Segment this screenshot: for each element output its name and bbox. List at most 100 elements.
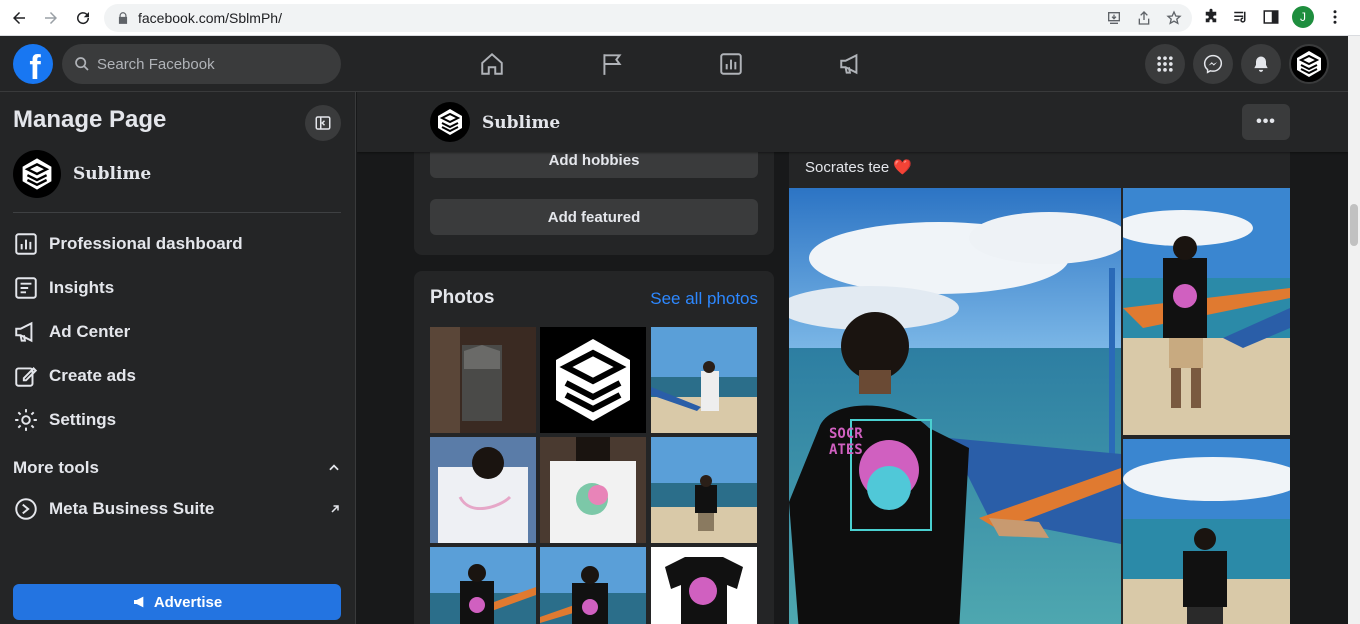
arrow-left-icon xyxy=(13,11,25,24)
page-header-avatar[interactable] xyxy=(430,102,470,142)
gear-icon xyxy=(15,409,37,431)
extensions-icon[interactable] xyxy=(1202,8,1220,26)
megaphone-icon xyxy=(840,53,858,75)
account-avatar[interactable] xyxy=(1289,44,1329,84)
photos-card: Photos See all photos xyxy=(414,271,774,624)
arrow-right-icon xyxy=(45,11,57,24)
search-box[interactable] xyxy=(62,44,341,84)
post-card: Socrates tee ❤️ SOCR ATES xyxy=(789,152,1290,624)
search-input[interactable] xyxy=(97,55,317,73)
advertise-button[interactable]: Advertise xyxy=(13,584,341,620)
page-scrollbar[interactable] xyxy=(1348,36,1360,624)
bell-icon xyxy=(1254,56,1268,72)
sidebar-page-name: Sublime xyxy=(73,164,152,184)
messenger-button[interactable] xyxy=(1193,44,1233,84)
sidebar-item-label: Settings xyxy=(49,410,117,429)
forward-button[interactable] xyxy=(38,5,64,31)
svg-text:SOCR: SOCR xyxy=(829,426,863,442)
megaphone-icon xyxy=(133,596,144,608)
page-header: Sublime ••• xyxy=(357,92,1348,152)
photo-thumbnail[interactable] xyxy=(430,327,536,433)
more-tools-label: More tools xyxy=(13,458,99,477)
sidebar-item-create-ads[interactable]: Create ads xyxy=(13,358,343,394)
photo-thumbnail[interactable] xyxy=(651,547,757,624)
meta-business-icon xyxy=(15,498,37,520)
install-icon[interactable] xyxy=(1106,10,1122,26)
advertise-label: Advertise xyxy=(153,593,223,611)
sublime-logo-icon xyxy=(22,158,52,190)
sidebar-item-label: Meta Business Suite xyxy=(49,499,215,518)
add-featured-button[interactable]: Add featured xyxy=(430,199,758,235)
star-icon[interactable] xyxy=(1166,10,1182,26)
home-icon xyxy=(481,52,503,75)
chart-icon xyxy=(720,53,742,75)
sublime-logo-icon xyxy=(1297,51,1321,77)
post-photo-bottom-right[interactable] xyxy=(1123,439,1290,624)
home-nav[interactable] xyxy=(472,44,512,84)
sidebar-toggle-icon xyxy=(315,116,331,130)
photo-thumbnail[interactable] xyxy=(651,437,757,543)
ads-nav[interactable] xyxy=(831,44,871,84)
sidebar-item-meta-business-suite[interactable]: Meta Business Suite xyxy=(13,491,343,527)
sidebar-item-settings[interactable]: Settings xyxy=(13,402,343,438)
photo-thumbnail[interactable] xyxy=(540,437,646,543)
collapse-sidebar-button[interactable] xyxy=(305,105,341,141)
reload-icon xyxy=(77,11,90,24)
profile-avatar[interactable]: J xyxy=(1292,6,1314,28)
sidebar-item-label: Insights xyxy=(49,278,115,297)
back-button[interactable] xyxy=(6,5,32,31)
post-photo-top-right[interactable] xyxy=(1123,188,1290,435)
menu-button[interactable] xyxy=(1145,44,1185,84)
sidebar-item-insights[interactable]: Insights xyxy=(13,270,343,306)
photos-title: Photos xyxy=(430,287,495,308)
photo-thumbnail[interactable] xyxy=(540,547,646,624)
photo-thumbnail[interactable] xyxy=(430,437,536,543)
sidebar-item-ad-center[interactable]: Ad Center xyxy=(13,314,343,350)
sidebar-divider xyxy=(13,212,341,213)
sidebar-item-label: Professional dashboard xyxy=(49,234,243,253)
facebook-topbar: f xyxy=(0,36,1348,92)
share-icon[interactable] xyxy=(1136,10,1152,26)
manage-page-sidebar: Manage Page Sublime Professional dashboa… xyxy=(0,92,356,624)
page-avatar xyxy=(13,150,61,198)
photo-thumbnail[interactable] xyxy=(651,327,757,433)
media-icon[interactable] xyxy=(1232,8,1250,26)
sidebar-title: Manage Page xyxy=(13,106,167,133)
reload-button[interactable] xyxy=(70,5,96,31)
photo-thumbnail[interactable] xyxy=(540,327,646,433)
more-options-button[interactable]: ••• xyxy=(1242,104,1290,140)
address-bar[interactable]: facebook.com/SblmPh/ xyxy=(104,4,1192,32)
insights-icon xyxy=(15,277,37,299)
post-photo-main[interactable]: SOCR ATES xyxy=(789,188,1121,624)
chevron-up-icon xyxy=(329,464,339,471)
external-link-icon xyxy=(331,505,339,513)
lock-icon xyxy=(118,12,128,24)
facebook-logo[interactable]: f xyxy=(13,44,53,87)
url-text[interactable]: facebook.com/SblmPh/ xyxy=(138,10,282,26)
sidebar-item-label: Ad Center xyxy=(49,322,131,341)
pages-nav[interactable] xyxy=(592,44,632,84)
messenger-icon xyxy=(1203,54,1223,74)
grid-menu-icon xyxy=(1157,56,1173,72)
sidepanel-icon[interactable] xyxy=(1262,8,1280,26)
post-text: Socrates tee ❤️ xyxy=(805,159,913,176)
see-all-photos-link[interactable]: See all photos xyxy=(650,289,758,309)
browser-toolbar: facebook.com/SblmPh/ J xyxy=(0,0,1360,36)
main-content: Sublime ••• Add hobbies Add featured Pho… xyxy=(357,92,1348,624)
scrollbar-thumb[interactable] xyxy=(1350,204,1358,246)
page-header-name[interactable]: Sublime xyxy=(482,113,560,133)
more-tools-header[interactable]: More tools xyxy=(13,458,341,478)
megaphone-icon xyxy=(15,321,33,343)
photo-thumbnail[interactable] xyxy=(430,547,536,624)
pencil-icon xyxy=(15,367,38,387)
notifications-button[interactable] xyxy=(1241,44,1281,84)
flag-icon xyxy=(603,54,622,75)
dashboard-icon xyxy=(15,233,37,255)
sidebar-page-link[interactable]: Sublime xyxy=(13,150,151,198)
sublime-logo-icon xyxy=(438,109,462,135)
sidebar-item-professional-dashboard[interactable]: Professional dashboard xyxy=(13,226,343,262)
insights-nav[interactable] xyxy=(711,44,751,84)
sidebar-item-label: Create ads xyxy=(49,366,136,385)
svg-text:ATES: ATES xyxy=(829,442,863,458)
kebab-menu-icon[interactable] xyxy=(1326,8,1344,26)
